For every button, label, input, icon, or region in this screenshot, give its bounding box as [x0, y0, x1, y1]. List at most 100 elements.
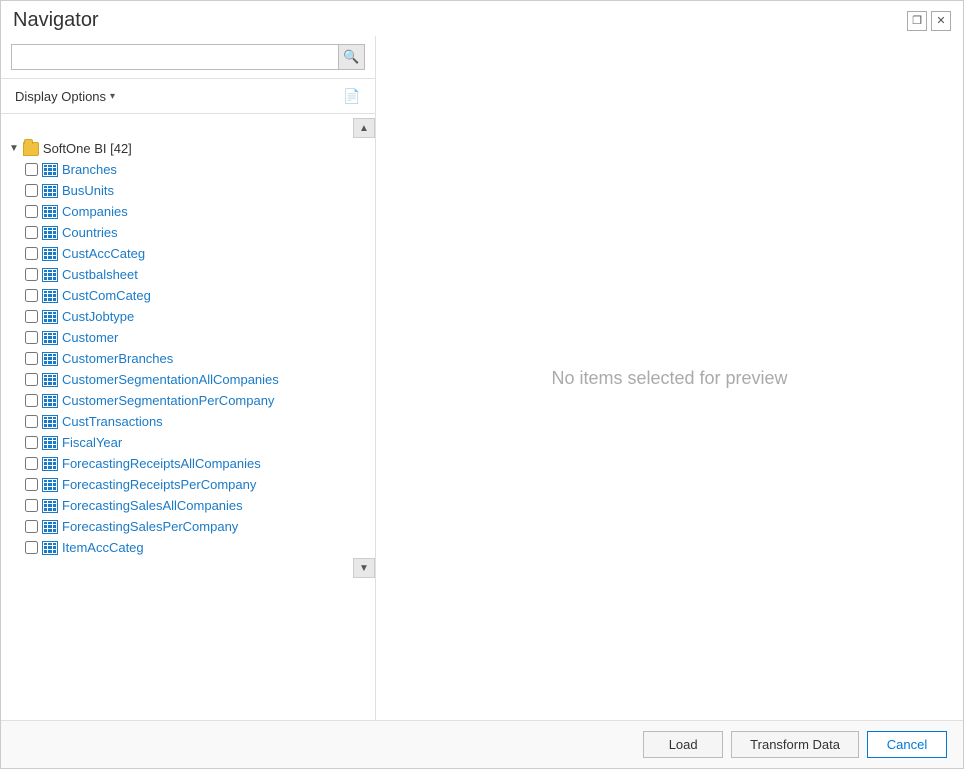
item-label: CustTransactions — [62, 414, 163, 429]
item-label: Customer — [62, 330, 118, 345]
list-item[interactable]: ForecastingReceiptsPerCompany — [1, 474, 375, 495]
item-checkbox[interactable] — [25, 457, 38, 470]
list-item[interactable]: ForecastingReceiptsAllCompanies — [1, 453, 375, 474]
list-item[interactable]: Countries — [1, 222, 375, 243]
item-checkbox[interactable] — [25, 541, 38, 554]
left-panel: 🔍 Display Options ▾ 📄 ▲ — [1, 36, 376, 720]
item-label: CustJobtype — [62, 309, 134, 324]
search-icon: 🔍 — [343, 49, 359, 65]
tree-root-node[interactable]: ▼ SoftOne BI [42] — [1, 138, 375, 159]
list-item[interactable]: Companies — [1, 201, 375, 222]
close-button[interactable]: ✕ — [931, 11, 951, 31]
item-checkbox[interactable] — [25, 310, 38, 323]
transform-data-button[interactable]: Transform Data — [731, 731, 859, 758]
item-checkbox[interactable] — [25, 499, 38, 512]
item-label: Branches — [62, 162, 117, 177]
list-item[interactable]: Branches — [1, 159, 375, 180]
list-item[interactable]: CustAccCateg — [1, 243, 375, 264]
item-checkbox[interactable] — [25, 247, 38, 260]
item-checkbox[interactable] — [25, 520, 38, 533]
item-checkbox[interactable] — [25, 478, 38, 491]
window-title: Navigator — [13, 9, 99, 32]
table-icon — [42, 352, 58, 366]
item-checkbox[interactable] — [25, 205, 38, 218]
collapse-arrow-icon: ▼ — [9, 143, 19, 154]
item-checkbox[interactable] — [25, 415, 38, 428]
folder-icon — [23, 142, 39, 156]
list-item[interactable]: CustComCateg — [1, 285, 375, 306]
item-label: FiscalYear — [62, 435, 122, 450]
search-bar: 🔍 — [1, 36, 375, 79]
item-label: Countries — [62, 225, 118, 240]
right-panel: No items selected for preview — [376, 36, 963, 720]
tree-root-label: SoftOne BI [42] — [43, 141, 132, 156]
maximize-button[interactable]: ❐ — [907, 11, 927, 31]
footer: Load Transform Data Cancel — [1, 720, 963, 768]
no-preview-text: No items selected for preview — [551, 368, 787, 389]
item-checkbox[interactable] — [25, 184, 38, 197]
table-icon — [42, 247, 58, 261]
list-item[interactable]: BusUnits — [1, 180, 375, 201]
item-checkbox[interactable] — [25, 268, 38, 281]
item-label: ForecastingSalesPerCompany — [62, 519, 238, 534]
item-label: CustomerSegmentationPerCompany — [62, 393, 274, 408]
table-icon — [42, 394, 58, 408]
tree-list[interactable]: ▲ ▼ SoftOne BI [42] Branches — [1, 114, 375, 720]
cancel-button[interactable]: Cancel — [867, 731, 947, 758]
table-icon — [42, 310, 58, 324]
list-item[interactable]: CustJobtype — [1, 306, 375, 327]
display-options-button[interactable]: Display Options ▾ — [11, 87, 119, 106]
item-checkbox[interactable] — [25, 436, 38, 449]
list-item[interactable]: CustomerSegmentationAllCompanies — [1, 369, 375, 390]
list-item[interactable]: ForecastingSalesPerCompany — [1, 516, 375, 537]
list-item[interactable]: Custbalsheet — [1, 264, 375, 285]
table-icon — [42, 331, 58, 345]
item-checkbox[interactable] — [25, 289, 38, 302]
table-icon — [42, 184, 58, 198]
navigator-window: Navigator ❐ ✕ 🔍 Display Options ▾ — [0, 0, 964, 769]
item-label: ForecastingReceiptsAllCompanies — [62, 456, 261, 471]
table-icon — [42, 520, 58, 534]
item-label: CustAccCateg — [62, 246, 145, 261]
load-button[interactable]: Load — [643, 731, 723, 758]
table-icon — [42, 268, 58, 282]
item-label: Companies — [62, 204, 128, 219]
item-label: CustomerSegmentationAllCompanies — [62, 372, 279, 387]
scroll-down-button[interactable]: ▼ — [353, 558, 375, 578]
list-item[interactable]: ForecastingSalesAllCompanies — [1, 495, 375, 516]
item-checkbox[interactable] — [25, 394, 38, 407]
list-item[interactable]: CustomerBranches — [1, 348, 375, 369]
item-label: BusUnits — [62, 183, 114, 198]
table-icon — [42, 205, 58, 219]
display-options-label: Display Options — [15, 89, 106, 104]
list-item[interactable]: CustTransactions — [1, 411, 375, 432]
list-item[interactable]: FiscalYear — [1, 432, 375, 453]
item-checkbox[interactable] — [25, 373, 38, 386]
table-icon — [42, 436, 58, 450]
tree-area: ▲ ▼ SoftOne BI [42] Branches — [1, 114, 375, 720]
table-icon — [42, 541, 58, 555]
item-checkbox[interactable] — [25, 163, 38, 176]
window-controls: ❐ ✕ — [907, 11, 951, 31]
list-item[interactable]: Customer — [1, 327, 375, 348]
item-checkbox[interactable] — [25, 352, 38, 365]
dropdown-arrow-icon: ▾ — [110, 91, 115, 102]
list-item[interactable]: ItemAccCateg — [1, 537, 375, 558]
item-checkbox[interactable] — [25, 226, 38, 239]
scroll-up-button[interactable]: ▲ — [353, 118, 375, 138]
table-icon — [42, 373, 58, 387]
search-button[interactable]: 🔍 — [339, 44, 365, 70]
content-area: 🔍 Display Options ▾ 📄 ▲ — [1, 36, 963, 720]
title-bar: Navigator ❐ ✕ — [1, 1, 963, 36]
table-icon — [42, 457, 58, 471]
list-item[interactable]: CustomerSegmentationPerCompany — [1, 390, 375, 411]
table-icon — [42, 499, 58, 513]
item-checkbox[interactable] — [25, 331, 38, 344]
table-icon — [42, 289, 58, 303]
search-input[interactable] — [11, 44, 339, 70]
options-bar: Display Options ▾ 📄 — [1, 79, 375, 114]
preview-icon: 📄 — [343, 88, 360, 105]
table-icon — [42, 226, 58, 240]
preview-icon-button[interactable]: 📄 — [339, 83, 365, 109]
item-label: ForecastingSalesAllCompanies — [62, 498, 243, 513]
